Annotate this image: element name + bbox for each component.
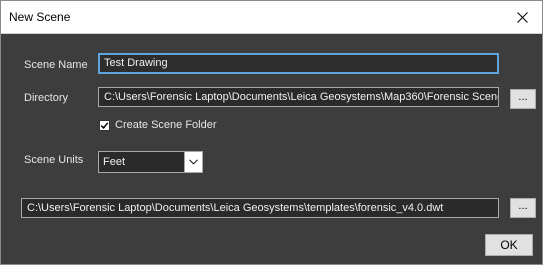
scene-units-select[interactable]: Feet: [98, 151, 203, 173]
directory-input[interactable]: C:\Users\Forensic Laptop\Documents\Leica…: [98, 87, 499, 107]
close-button[interactable]: [502, 1, 542, 33]
template-browse-button[interactable]: ...: [510, 198, 536, 218]
scene-units-label: Scene Units: [24, 154, 84, 166]
scene-name-label: Scene Name: [24, 59, 88, 71]
dialog-title: New Scene: [9, 10, 71, 24]
new-scene-dialog: New Scene Scene Name Test Drawing Direct…: [0, 0, 543, 265]
create-scene-folder-checkbox-row[interactable]: Create Scene Folder: [99, 118, 217, 132]
create-scene-folder-checkbox[interactable]: [99, 119, 110, 131]
checkmark-icon: [100, 121, 109, 129]
directory-browse-button[interactable]: ...: [510, 89, 536, 109]
scene-units-value: Feet: [103, 156, 126, 168]
scene-name-input[interactable]: Test Drawing: [98, 53, 499, 74]
directory-label: Directory: [24, 92, 69, 104]
scene-units-dropdown-button[interactable]: [184, 152, 202, 172]
template-path-input[interactable]: C:\Users\Forensic Laptop\Documents\Leica…: [21, 198, 499, 218]
chevron-down-icon: [189, 159, 198, 165]
title-bar: New Scene: [1, 1, 542, 34]
close-icon: [516, 11, 528, 23]
create-scene-folder-label: Create Scene Folder: [115, 119, 217, 131]
ok-button[interactable]: OK: [485, 234, 533, 256]
